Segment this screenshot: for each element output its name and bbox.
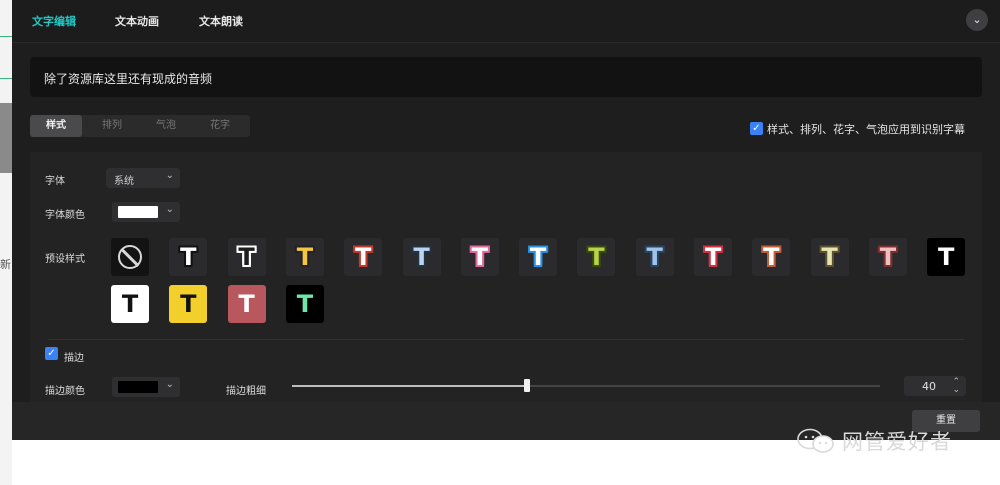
chevron-down-icon: ⌄	[165, 204, 174, 215]
checkbox-checked-icon[interactable]: ✓	[750, 122, 763, 135]
preset-style-tile[interactable]: T	[694, 238, 732, 276]
strip-divider	[0, 36, 12, 37]
wechat-icon	[797, 428, 834, 453]
no-style-icon	[118, 245, 142, 269]
font-color-label: 字体颜色	[45, 210, 85, 221]
preset-style-tile[interactable]: T	[577, 238, 616, 276]
subtab-fancy-text[interactable]: 花字	[194, 115, 246, 137]
slider-fill	[292, 385, 528, 387]
preset-style-none[interactable]	[111, 238, 149, 276]
subtab-style[interactable]: 样式	[30, 115, 82, 137]
slider-thumb[interactable]	[524, 379, 531, 392]
apply-to-captions-label: 样式、排列、花字、气泡应用到识别字幕	[767, 122, 965, 136]
stroke-width-input[interactable]: 40 ⌃ ⌄	[904, 376, 966, 396]
preset-style-glyph: T	[471, 243, 488, 271]
divider	[48, 339, 964, 340]
strip-text: 新	[0, 258, 11, 271]
preset-style-tile[interactable]: T	[227, 285, 266, 323]
collapse-button[interactable]: ⌄	[966, 9, 988, 31]
chevron-down-icon: ⌄	[972, 13, 982, 26]
preset-style-tile[interactable]: T	[460, 238, 499, 276]
font-label: 字体	[45, 176, 65, 187]
preset-style-glyph: T	[180, 290, 197, 318]
text-editor-panel: 文字编辑 文本动画 文本朗读 ⌄ 除了资源库这里还有现成的音频 样式 排列 气泡…	[12, 0, 1000, 440]
stroke-width-label: 描边粗细	[226, 386, 266, 397]
tab-bar: 文字编辑 文本动画 文本朗读 ⌄	[12, 0, 1000, 43]
stroke-color-label: 描边颜色	[45, 386, 85, 397]
preset-style-glyph: T	[821, 243, 838, 271]
preset-style-tile[interactable]: T	[927, 238, 966, 276]
preset-style-tile[interactable]: T	[169, 238, 208, 276]
font-select[interactable]: 系统 ⌄	[106, 168, 180, 188]
chevron-down-icon: ⌄	[165, 170, 174, 181]
preset-style-glyph: T	[413, 243, 430, 271]
preset-style-glyph: T	[763, 243, 780, 271]
preset-style-glyph: T	[238, 243, 255, 271]
stroke-width-slider[interactable]	[292, 379, 880, 392]
preset-style-tile[interactable]: T	[285, 238, 324, 276]
subtab-arrange[interactable]: 排列	[86, 115, 138, 137]
text-input-value: 除了资源库这里还有现成的音频	[44, 72, 213, 86]
tab-text-animation[interactable]: 文本动画	[115, 13, 159, 29]
preset-style-glyph: T	[938, 243, 955, 271]
style-subtabs: 样式 排列 气泡 花字	[30, 115, 250, 137]
chevron-down-icon: ⌄	[165, 379, 174, 390]
checkbox-checked-icon[interactable]: ✓	[45, 347, 58, 360]
preset-style-tile[interactable]: T	[227, 238, 266, 276]
preset-style-glyph: T	[646, 243, 663, 271]
preset-style-tile[interactable]: T	[402, 238, 441, 276]
tab-text-to-speech[interactable]: 文本朗读	[199, 13, 243, 29]
stepper-icon[interactable]: ⌃ ⌄	[952, 378, 960, 395]
stroke-color-swatch	[118, 381, 158, 393]
preset-style-label: 预设样式	[45, 254, 85, 265]
subtab-bubble[interactable]: 气泡	[140, 115, 192, 137]
preset-style-tile[interactable]: T	[111, 285, 149, 323]
strip-thumbnail	[0, 103, 12, 173]
style-settings: 字体 系统 ⌄ 字体颜色 ⌄ 预设样式 TTTTTTTTTTTTTTTTTT ✓…	[30, 152, 982, 402]
preset-style-tile[interactable]: T	[344, 238, 383, 276]
strip-divider	[0, 78, 12, 79]
preset-style-glyph: T	[180, 243, 197, 271]
font-color-swatch	[118, 206, 158, 218]
preset-style-glyph: T	[238, 290, 255, 318]
preset-style-tile[interactable]: T	[519, 238, 558, 276]
watermark-text: 网管爱好者	[842, 430, 952, 454]
preset-style-glyph: T	[355, 243, 372, 271]
preset-style-glyph: T	[121, 290, 139, 318]
preset-style-glyph: T	[704, 243, 722, 271]
preset-style-tile[interactable]: T	[868, 238, 907, 276]
preset-style-glyph: T	[296, 290, 314, 318]
stroke-toggle-label: 描边	[64, 353, 84, 364]
preset-style-tile[interactable]: T	[169, 285, 208, 323]
preset-style-glyph: T	[879, 243, 897, 271]
apply-to-captions-option[interactable]: ✓ 样式、排列、花字、气泡应用到识别字幕	[750, 118, 965, 136]
preset-style-tile[interactable]: T	[285, 285, 324, 323]
tab-text-edit[interactable]: 文字编辑	[32, 13, 76, 29]
stroke-width-value: 40	[922, 380, 936, 393]
text-input[interactable]: 除了资源库这里还有现成的音频	[30, 57, 982, 97]
preset-style-glyph: T	[588, 243, 605, 271]
preset-style-tile[interactable]: T	[635, 238, 674, 276]
font-color-picker[interactable]: ⌄	[112, 202, 180, 222]
preset-style-tile[interactable]: T	[810, 238, 849, 276]
preset-style-glyph: T	[529, 243, 547, 271]
preset-style-glyph: T	[296, 243, 314, 271]
background-window-strip: 新	[0, 0, 12, 485]
font-select-value: 系统	[114, 176, 134, 187]
stroke-color-picker[interactable]: ⌄	[112, 377, 180, 397]
preset-style-tile[interactable]: T	[752, 238, 791, 276]
